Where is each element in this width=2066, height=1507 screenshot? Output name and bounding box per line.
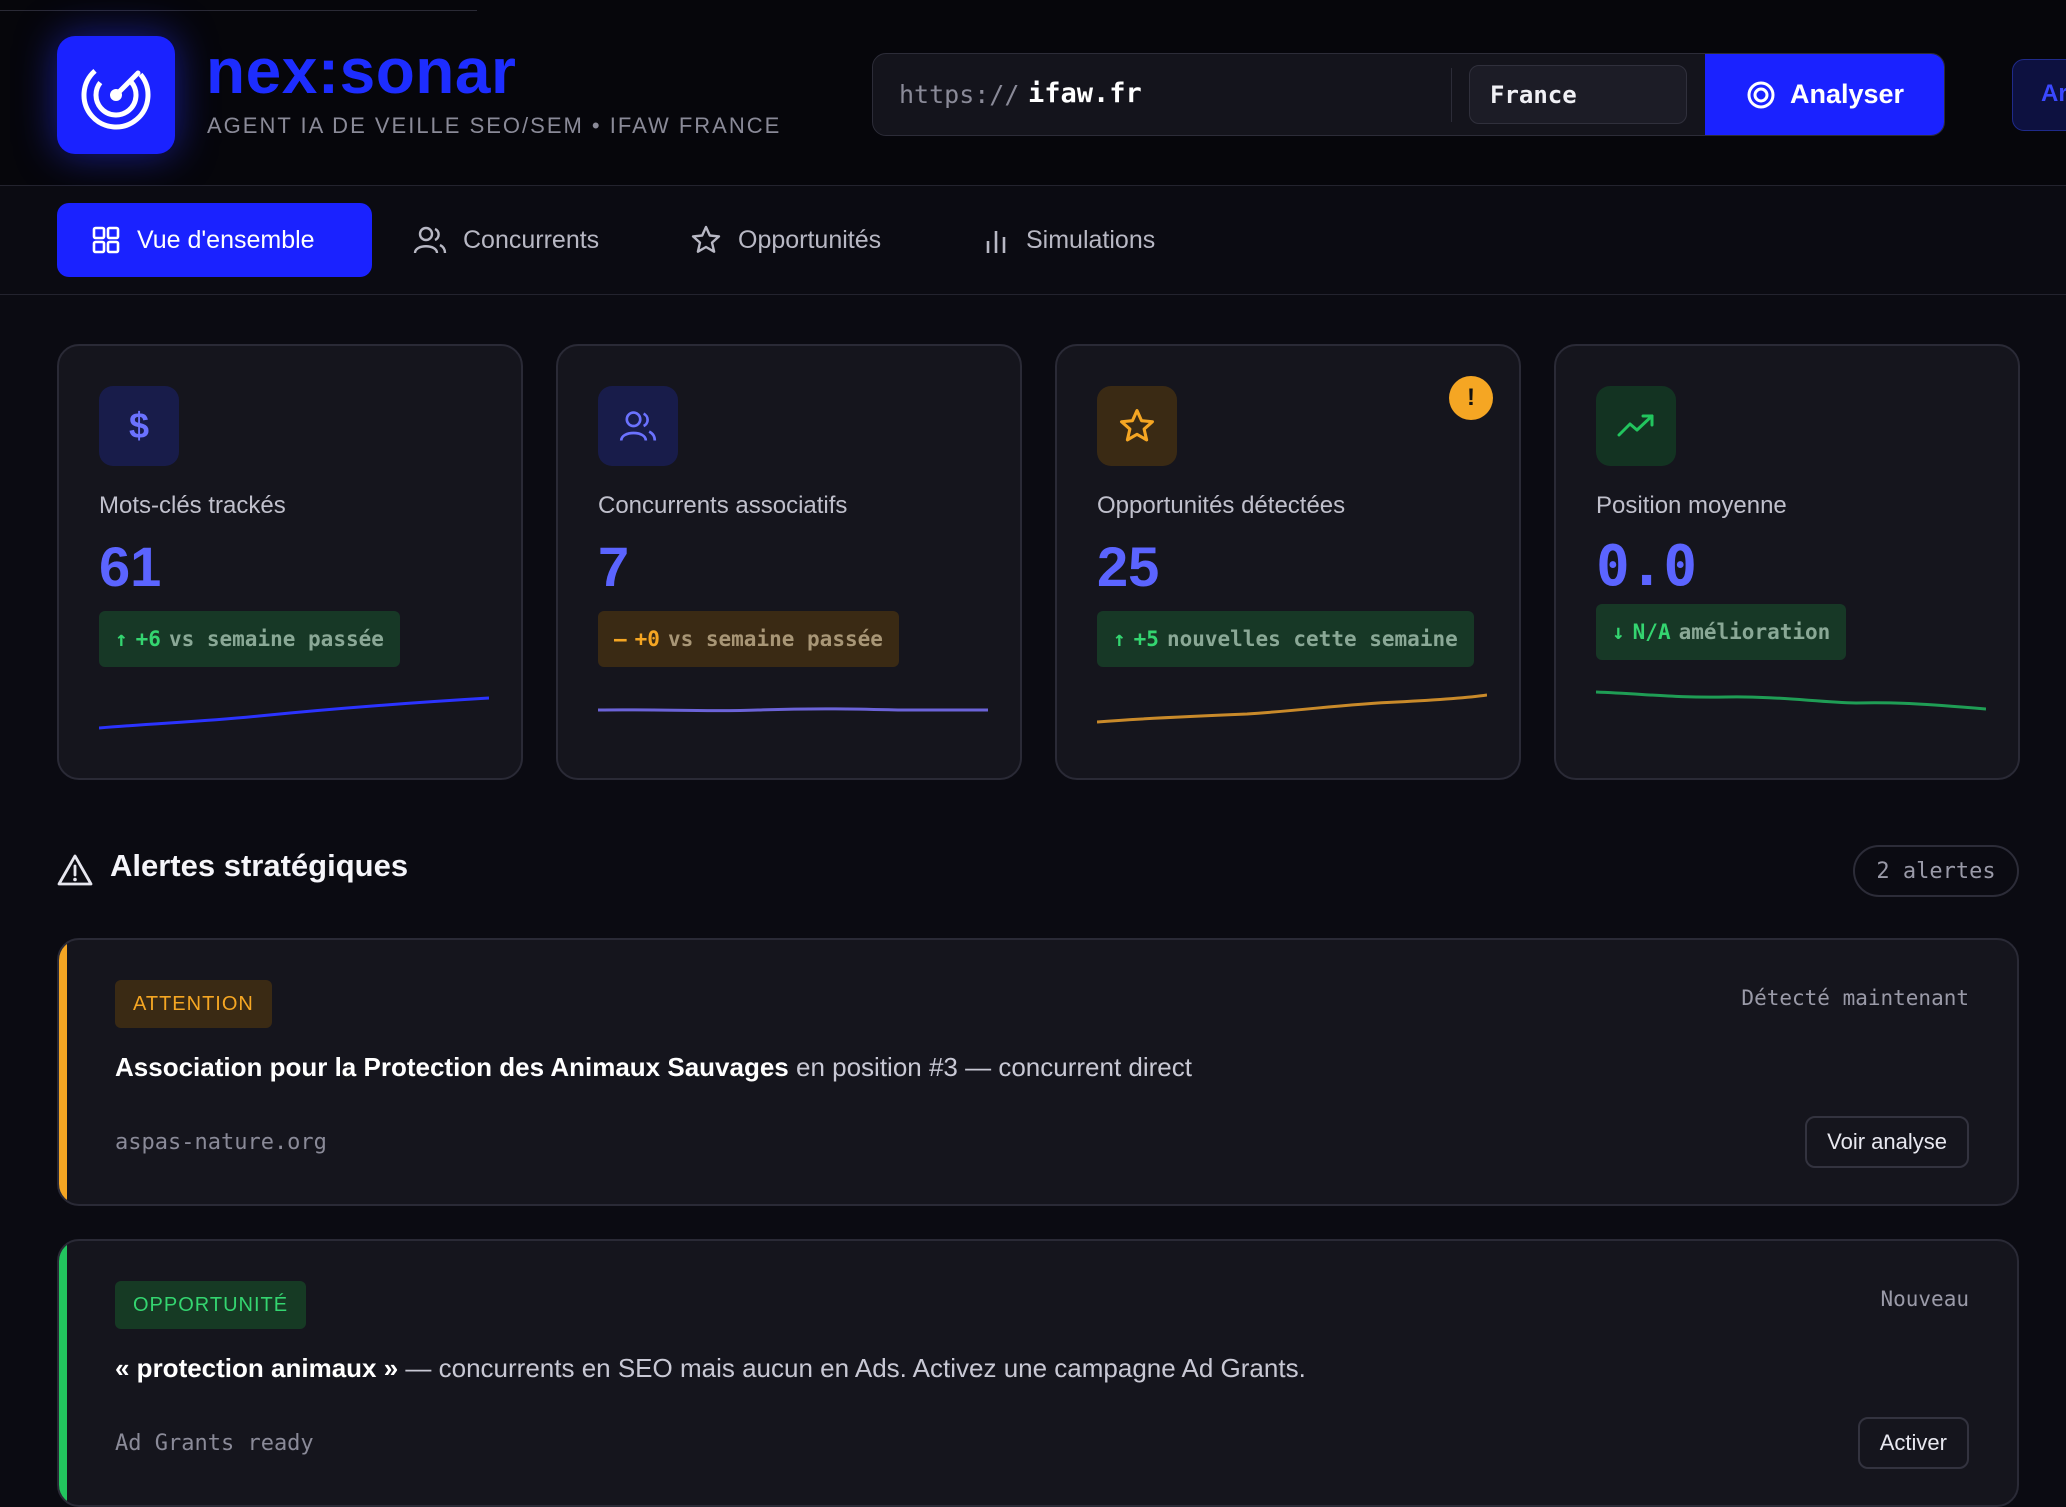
alert-tag: ATTENTION bbox=[115, 980, 272, 1028]
star-icon bbox=[691, 225, 721, 253]
alert-timestamp: Nouveau bbox=[1880, 1287, 1969, 1311]
tab-overview-label: Vue d'ensemble bbox=[137, 225, 315, 254]
stat-delta: N/A bbox=[1632, 620, 1671, 644]
alert-subject: Association pour la Protection des Anima… bbox=[115, 1052, 789, 1082]
tab-bar: Vue d'ensemble Concurrents Opportunités … bbox=[0, 186, 2066, 295]
url-prefix: https:// bbox=[899, 80, 1020, 109]
bar-chart-icon bbox=[986, 231, 1006, 253]
url-input[interactable]: ifaw.fr bbox=[1028, 78, 1142, 109]
tab-simulations-label: Simulations bbox=[1026, 225, 1156, 254]
url-search-bar: https:// ifaw.fr France Analyser bbox=[872, 53, 1945, 136]
header-top-line bbox=[0, 0, 477, 11]
arrow-up-icon: ↑ bbox=[115, 627, 128, 651]
arrow-down-icon: ↓ bbox=[1612, 620, 1625, 644]
sparkline-competitors bbox=[598, 707, 988, 713]
alert-stripe bbox=[59, 1241, 67, 1505]
divider bbox=[1451, 68, 1452, 122]
stat-icon-box bbox=[1596, 386, 1676, 466]
tab-competitors[interactable]: Concurrents bbox=[413, 203, 599, 277]
stat-value: 7 bbox=[598, 535, 630, 598]
stat-value: 61 bbox=[99, 535, 162, 598]
stat-delta-suffix: vs semaine passée bbox=[667, 627, 883, 651]
stat-card-opportunities[interactable]: ! Opportunités détectées 25 ↑ +5 nouvell… bbox=[1055, 344, 1521, 780]
stat-label: Position moyenne bbox=[1596, 492, 1787, 519]
stat-delta-suffix: vs semaine passée bbox=[168, 627, 384, 651]
alert-tag: OPPORTUNITÉ bbox=[115, 1281, 307, 1329]
stat-icon-box bbox=[1097, 386, 1177, 466]
analyse-button[interactable]: Analyser bbox=[1705, 54, 1944, 135]
star-icon bbox=[1120, 409, 1154, 442]
users-icon bbox=[619, 411, 657, 441]
alert-domain: aspas-nature.org bbox=[115, 1130, 327, 1155]
stat-value: 25 bbox=[1097, 535, 1160, 598]
secondary-header-button[interactable]: Ar bbox=[2012, 59, 2066, 131]
tab-opportunities-label: Opportunités bbox=[738, 225, 882, 254]
warning-triangle-icon bbox=[57, 854, 93, 886]
stat-delta: +0 bbox=[634, 627, 660, 651]
country-value: France bbox=[1490, 81, 1577, 109]
stat-delta-badge: ↑ +6 vs semaine passée bbox=[99, 611, 400, 667]
sonar-icon bbox=[81, 60, 151, 130]
alert-stripe bbox=[59, 940, 67, 1204]
alert-text: en position #3 — concurrent direct bbox=[788, 1052, 1192, 1082]
tab-simulations[interactable]: Simulations bbox=[982, 203, 1155, 277]
stat-icon-box: $ bbox=[99, 386, 179, 466]
activate-button[interactable]: Activer bbox=[1857, 1417, 1969, 1469]
alert-message: Association pour la Protection des Anima… bbox=[115, 1052, 1192, 1083]
alerts-count-badge: 2 alertes bbox=[1853, 845, 2019, 897]
stat-card-position[interactable]: Position moyenne 0.0 ↓ N/A amélioration bbox=[1554, 344, 2020, 780]
app-header: nex:sonar AGENT IA DE VEILLE SEO/SEM • I… bbox=[0, 0, 2066, 186]
sparkline-opportunities bbox=[1097, 693, 1487, 724]
sparkline-position bbox=[1596, 690, 1986, 711]
country-select[interactable]: France bbox=[1469, 65, 1687, 124]
alert-text: — concurrents en SEO mais aucun en Ads. … bbox=[398, 1353, 1306, 1383]
logo[interactable] bbox=[57, 36, 175, 154]
tab-overview[interactable]: Vue d'ensemble bbox=[57, 203, 372, 277]
alert-subject: « protection animaux » bbox=[115, 1353, 399, 1383]
stat-delta-suffix: amélioration bbox=[1678, 620, 1831, 644]
secondary-header-button-label: Ar bbox=[2041, 80, 2066, 107]
users-icon bbox=[413, 226, 447, 254]
stat-delta-suffix: nouvelles cette semaine bbox=[1166, 627, 1458, 651]
grid-icon bbox=[92, 226, 120, 254]
stat-label: Opportunités détectées bbox=[1097, 492, 1346, 519]
stat-label: Mots-clés trackés bbox=[99, 492, 286, 519]
tab-competitors-label: Concurrents bbox=[463, 225, 600, 254]
warning-badge: ! bbox=[1449, 376, 1493, 420]
stat-card-keywords[interactable]: $ Mots-clés trackés 61 ↑ +6 vs semaine p… bbox=[57, 344, 523, 780]
brand-tagline: AGENT IA DE VEILLE SEO/SEM • IFAW FRANCE bbox=[207, 113, 782, 138]
stat-delta: +6 bbox=[135, 627, 161, 651]
stat-value: 0.0 bbox=[1596, 534, 1698, 599]
analyse-button-label: Analyser bbox=[1789, 79, 1905, 109]
alert-message: « protection animaux » — concurrents en … bbox=[115, 1353, 1306, 1384]
alerts-section-title: Alertes stratégiques bbox=[110, 848, 409, 883]
stat-card-competitors[interactable]: Concurrents associatifs 7 — +0 vs semain… bbox=[556, 344, 1022, 780]
brand-name: nex:sonar bbox=[206, 35, 517, 107]
stat-delta-badge: ↓ N/A amélioration bbox=[1596, 604, 1847, 660]
dollar-icon: $ bbox=[128, 405, 150, 446]
arrow-up-icon: ↑ bbox=[1113, 627, 1126, 651]
stat-delta-badge: — +0 vs semaine passée bbox=[598, 611, 899, 667]
stat-icon-box bbox=[598, 386, 678, 466]
view-analysis-button[interactable]: Voir analyse bbox=[1805, 1116, 1969, 1168]
alert-card-opportunity: OPPORTUNITÉ Nouveau « protection animaux… bbox=[57, 1239, 2019, 1507]
dash-icon: — bbox=[614, 627, 627, 651]
alert-timestamp: Détecté maintenant bbox=[1741, 986, 1969, 1010]
tab-opportunities[interactable]: Opportunités bbox=[690, 203, 881, 277]
target-icon bbox=[1747, 81, 1775, 108]
trending-up-icon bbox=[1617, 414, 1654, 437]
sparkline-keywords bbox=[99, 696, 489, 730]
alert-card-attention: ATTENTION Détecté maintenant Association… bbox=[57, 938, 2019, 1206]
stat-delta: +5 bbox=[1133, 627, 1159, 651]
stat-label: Concurrents associatifs bbox=[598, 492, 848, 519]
stat-delta-badge: ↑ +5 nouvelles cette semaine bbox=[1097, 611, 1474, 667]
